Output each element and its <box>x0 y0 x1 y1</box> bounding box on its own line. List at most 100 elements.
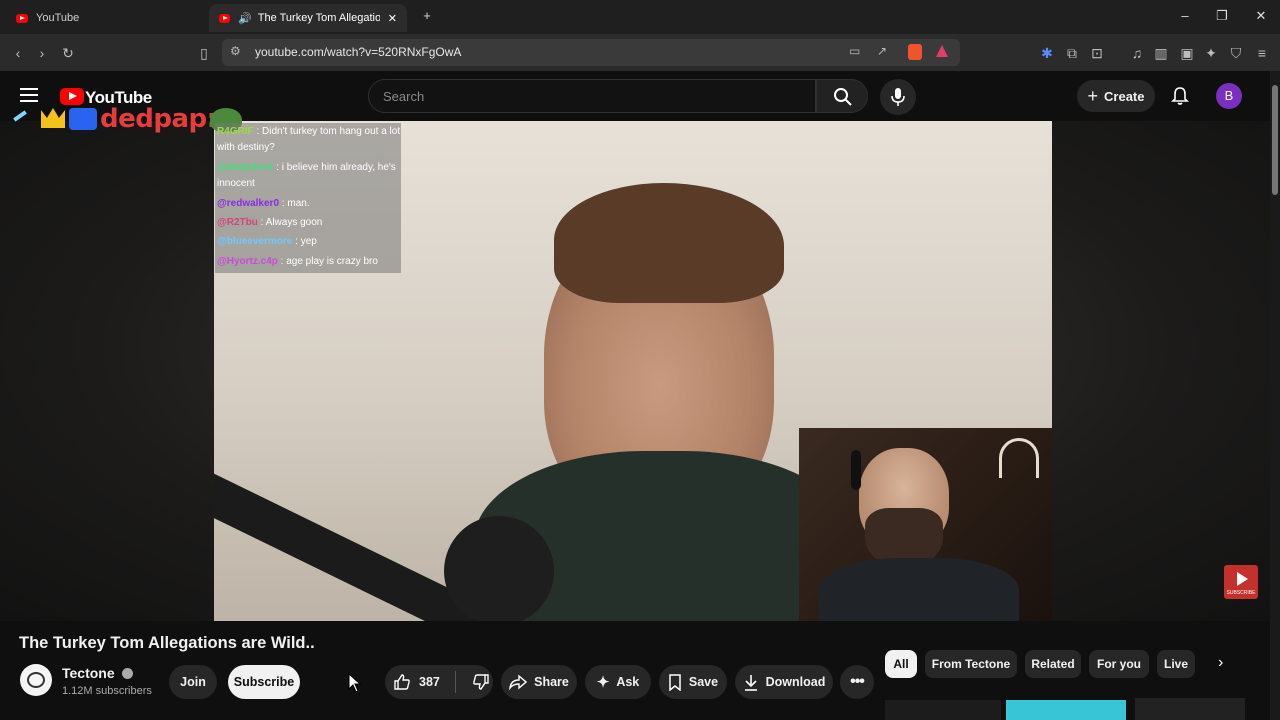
extension-blue-icon[interactable]: ✱ <box>1037 43 1057 63</box>
channel-avatar-face-icon <box>27 672 45 688</box>
chat-user: @R2Tbu <box>217 217 258 228</box>
chat-message: @deejrdee1 : i believe him already, he's… <box>217 162 396 189</box>
subscribe-button[interactable]: Subscribe <box>228 665 300 699</box>
download-button[interactable]: Download <box>735 665 833 699</box>
like-button[interactable]: 387 <box>393 673 440 691</box>
tab-title: YouTube <box>36 12 80 24</box>
overlay-streamer-tag: dedpap: <box>100 104 217 134</box>
chip-label: Live <box>1163 657 1188 671</box>
recommended-thumbnail[interactable] <box>1006 700 1126 720</box>
join-label: Join <box>180 675 206 689</box>
ask-button[interactable]: ✦ Ask <box>585 665 651 699</box>
vpn-icon[interactable]: ⛉ <box>1226 43 1246 63</box>
notifications-bell-icon[interactable] <box>1171 86 1189 106</box>
scrollbar-thumb[interactable] <box>1272 85 1278 195</box>
chip-related[interactable]: Related <box>1025 650 1081 678</box>
youtube-favicon-icon <box>16 13 28 23</box>
chips-next-icon[interactable]: › <box>1218 654 1223 672</box>
chip-all[interactable]: All <box>885 650 917 678</box>
chip-label: From Tectone <box>931 657 1011 671</box>
chat-user: @redwalker0 <box>217 198 280 209</box>
microphone <box>444 516 554 621</box>
youtube-favicon-icon <box>219 13 231 23</box>
subscribe-label: Subscribe <box>233 675 295 689</box>
subscriber-count: 1.12M subscribers <box>62 685 152 697</box>
join-button[interactable]: Join <box>169 665 217 699</box>
subscribe-watermark[interactable]: SUBSCRIBE <box>1224 565 1258 599</box>
share-button[interactable]: Share <box>501 665 577 699</box>
minimize-icon[interactable]: – <box>1176 8 1194 23</box>
tab-video[interactable]: 🔊 The Turkey Tom Allegations a ✕ <box>209 4 407 32</box>
site-info-icon[interactable]: ⚙ <box>230 44 241 58</box>
thumbs-up-icon <box>394 674 410 690</box>
recommended-thumbnail[interactable] <box>885 700 1001 720</box>
speaker-hair <box>554 183 784 303</box>
bookmark-save-icon <box>669 673 681 691</box>
voice-search-button[interactable] <box>880 79 916 115</box>
extensions-icon[interactable]: ⧉ <box>1062 43 1082 63</box>
chip-from-tectone[interactable]: From Tectone <box>925 650 1017 678</box>
headphone-icon <box>851 450 861 490</box>
channel-avatar[interactable] <box>20 664 52 696</box>
sparkle-icon: ✦ <box>596 674 610 691</box>
close-window-icon[interactable]: ✕ <box>1252 8 1270 24</box>
sidebar-icon[interactable]: ▥ <box>1151 43 1171 63</box>
chip-live[interactable]: Live <box>1157 650 1195 678</box>
more-actions-button[interactable]: ••• <box>840 665 874 699</box>
chat-message: R4GRIF : Didn't turkey tom hang out a lo… <box>217 126 401 153</box>
share-page-icon[interactable]: ↗ <box>877 44 887 58</box>
streamer-webcam <box>799 428 1052 621</box>
leo-ai-icon[interactable]: ✦ <box>1201 43 1221 63</box>
search-button[interactable] <box>816 79 868 113</box>
tab-youtube[interactable]: YouTube <box>6 4 206 32</box>
forward-icon[interactable]: › <box>32 43 52 63</box>
page-scrollbar[interactable] <box>1270 71 1280 720</box>
brave-shield-icon[interactable] <box>908 44 922 60</box>
ask-label: Ask <box>616 675 640 689</box>
streamer-shirt <box>819 558 1019 621</box>
search-input[interactable]: Search <box>368 79 816 113</box>
channel-name[interactable]: Tectone <box>62 665 133 681</box>
tab-title: The Turkey Tom Allegations a <box>257 12 380 24</box>
screenshot-icon[interactable]: ⊡ <box>1087 43 1107 63</box>
create-label: Create <box>1104 88 1145 104</box>
search-placeholder: Search <box>383 89 425 104</box>
bookmark-icon[interactable]: ▯ <box>194 43 214 63</box>
chat-text: yep <box>300 236 317 247</box>
chat-user: @Hyortz.c4p <box>217 256 278 267</box>
cast-icon[interactable]: ▭ <box>849 44 860 58</box>
like-count: 387 <box>419 675 440 689</box>
maximize-icon[interactable]: ❐ <box>1213 8 1231 24</box>
search-icon <box>834 88 852 106</box>
brave-rewards-icon[interactable] <box>936 45 948 57</box>
thumbs-down-icon[interactable] <box>472 673 490 691</box>
video-title: The Turkey Tom Allegations are Wild.. <box>19 634 315 652</box>
menu-icon[interactable]: ≡ <box>1252 43 1272 63</box>
channel-name-text: Tectone <box>62 665 115 681</box>
reload-icon[interactable]: ↻ <box>58 43 78 63</box>
watermark-label: SUBSCRIBE <box>1226 590 1256 596</box>
address-bar[interactable]: ⚙ youtube.com/watch?v=520RNxFgOwA ▭ ↗ <box>222 39 960 66</box>
url-text: youtube.com/watch?v=520RNxFgOwA <box>255 45 462 59</box>
chip-for-you[interactable]: For you <box>1089 650 1149 678</box>
chat-message: @R2Tbu : Always goon <box>217 217 323 228</box>
chat-overlay: R4GRIF : Didn't turkey tom hang out a lo… <box>215 123 401 273</box>
media-icon[interactable]: ♫ <box>1127 43 1147 63</box>
recommended-thumbnail[interactable] <box>1135 698 1245 720</box>
verified-icon <box>121 668 133 679</box>
chip-label: Related <box>1031 657 1075 671</box>
account-avatar[interactable]: B <box>1216 83 1242 109</box>
create-button[interactable]: + Create <box>1077 80 1155 112</box>
close-tab-icon[interactable]: ✕ <box>388 12 397 25</box>
save-label: Save <box>688 675 719 689</box>
share-icon <box>509 674 528 690</box>
back-icon[interactable]: ‹ <box>8 43 28 63</box>
save-button[interactable]: Save <box>659 665 727 699</box>
skull-decor <box>999 438 1039 478</box>
new-tab-icon[interactable]: + <box>418 8 436 23</box>
chat-text: age play is crazy bro <box>286 256 378 267</box>
wallet-icon[interactable]: ▣ <box>1177 43 1197 63</box>
mouse-cursor-icon <box>348 673 362 693</box>
chat-message: @blueevermore : yep <box>217 236 317 247</box>
like-dislike-group: 387 <box>385 665 493 699</box>
